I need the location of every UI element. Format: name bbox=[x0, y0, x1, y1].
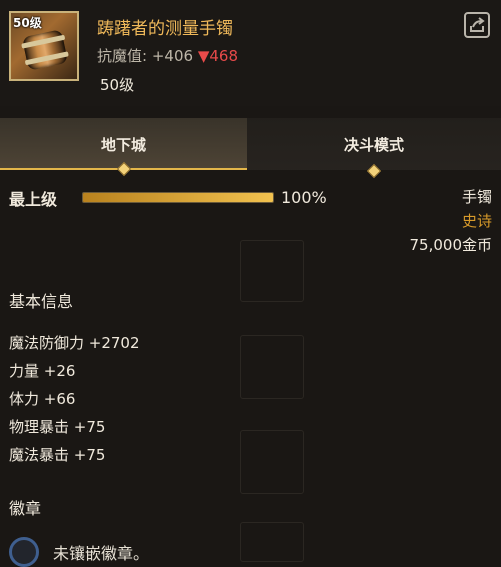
grade-percent: 100% bbox=[281, 188, 327, 207]
stat-line: 力量 +26 bbox=[9, 362, 76, 380]
grade-label: 最上级 bbox=[9, 190, 58, 209]
item-level: 50级 bbox=[100, 76, 135, 94]
item-type: 手镯 bbox=[461, 188, 492, 206]
background-slot bbox=[240, 430, 304, 494]
emblem-slot-icon bbox=[9, 537, 39, 567]
icon-level-tag: 50级 bbox=[13, 16, 42, 30]
tab-pvp[interactable]: 决斗模式 bbox=[247, 118, 501, 179]
item-header: 50级 踌躇者的测量手镯 抗魔值: +406 ▼468 50级 bbox=[0, 0, 501, 106]
tab-pvp-label: 决斗模式 bbox=[343, 136, 404, 154]
item-rarity: 史诗 bbox=[461, 212, 492, 230]
resist-down-value: ▼468 bbox=[197, 47, 238, 65]
basic-info-title: 基本信息 bbox=[9, 292, 74, 311]
share-button[interactable] bbox=[464, 12, 490, 38]
bracelet-graphic bbox=[21, 29, 69, 71]
grade-progress-fill bbox=[83, 193, 273, 202]
share-export-icon bbox=[470, 17, 485, 32]
background-slot bbox=[240, 240, 304, 302]
item-tooltip: 50级 踌躇者的测量手镯 抗魔值: +406 ▼468 50级 地下城 决斗模式… bbox=[0, 0, 501, 567]
stat-line: 体力 +66 bbox=[9, 390, 76, 408]
tab-dungeon-label: 地下城 bbox=[100, 136, 146, 154]
emblem-title: 徽章 bbox=[9, 499, 42, 518]
tab-indicator-diamond-icon bbox=[116, 161, 131, 177]
item-price: 75,000金币 bbox=[409, 236, 493, 254]
stat-line: 魔法暴击 +75 bbox=[9, 446, 106, 464]
stat-line: 魔法防御力 +2702 bbox=[9, 334, 140, 352]
resist-row: 抗魔值: +406 ▼468 bbox=[97, 45, 238, 66]
resist-value: +406 bbox=[151, 47, 194, 65]
tab-dungeon[interactable]: 地下城 bbox=[0, 118, 247, 177]
resist-label: 抗魔值: bbox=[97, 47, 148, 65]
bracelet-item-icon: 50级 bbox=[9, 11, 79, 81]
tab-indicator-diamond-icon bbox=[366, 163, 382, 179]
mode-tabs: 地下城 决斗模式 bbox=[0, 118, 501, 179]
background-slot bbox=[240, 335, 304, 399]
emblem-empty-text: 未镶嵌徽章。 bbox=[53, 544, 150, 563]
item-name: 踌躇者的测量手镯 bbox=[97, 19, 233, 39]
grade-progress-bar bbox=[82, 192, 274, 203]
background-slot bbox=[240, 522, 304, 562]
stat-line: 物理暴击 +75 bbox=[9, 418, 106, 436]
